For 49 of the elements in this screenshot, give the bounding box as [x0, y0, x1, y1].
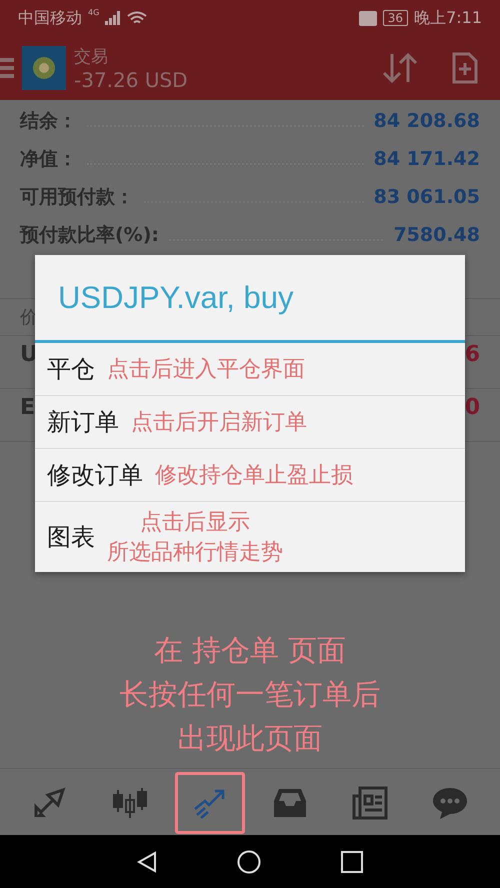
menu-item[interactable]: 平仓 点击后进入平仓界面 — [35, 343, 465, 396]
clock-time: 晚上7:11 — [414, 8, 482, 28]
account-value: 7580.48 — [393, 224, 480, 246]
recents-icon[interactable] — [341, 850, 363, 872]
new-document-icon[interactable] — [452, 52, 478, 84]
account-label: 可用预付款： — [20, 185, 134, 210]
chat-bubble-icon[interactable] — [432, 786, 468, 820]
profit-amount: -37.26 USD — [74, 68, 188, 92]
menu-item[interactable]: 修改订单 修改持仓单止盈止损 — [35, 449, 465, 502]
network-type: 4G — [88, 8, 100, 17]
battery-level: 36 — [382, 10, 408, 26]
account-label: 结余： — [20, 109, 77, 134]
signal-icon — [105, 11, 122, 25]
annotation-text: 点击后进入平仓界面 — [107, 356, 305, 384]
position-profit: 0 — [464, 395, 480, 422]
trend-arrow-icon[interactable] — [193, 787, 227, 819]
account-value: 84 208.68 — [374, 110, 480, 132]
hd-icon — [358, 10, 377, 26]
screen-title: 交易 — [74, 46, 109, 68]
home-icon[interactable] — [237, 850, 261, 874]
dialog-title: USDJPY.var, buy — [35, 255, 465, 343]
carrier-name: 中国移动 — [18, 8, 82, 28]
menu-item[interactable]: 新订单 点击后开启新订单 — [35, 396, 465, 449]
annotation-text: 点击后开启新订单 — [131, 409, 307, 437]
account-label: 预付款比率(%): — [20, 223, 160, 248]
menu-item-label[interactable]: 平仓 — [47, 353, 95, 385]
account-label: 净值： — [20, 147, 77, 172]
instruction-text: 出现此页面 — [178, 720, 322, 757]
candlestick-icon[interactable] — [112, 786, 148, 820]
sort-arrows-icon[interactable] — [382, 52, 418, 84]
menu-icon[interactable] — [0, 57, 14, 79]
annotation-text: 修改持仓单止盈止损 — [155, 462, 353, 490]
menu-item-label[interactable]: 新订单 — [47, 406, 119, 438]
position-symbol: E — [20, 395, 36, 422]
double-arrow-icon[interactable] — [33, 787, 67, 819]
menu-item-label[interactable]: 修改订单 — [47, 459, 143, 491]
wifi-icon — [127, 10, 148, 26]
instruction-text: 在 持仓单 页面 — [154, 632, 346, 669]
newspaper-icon[interactable] — [352, 786, 388, 820]
annotation-text: 所选品种行情走势 — [107, 539, 283, 567]
position-profit: 6 — [464, 342, 480, 369]
annotation-text: 点击后显示 — [140, 509, 250, 537]
back-icon[interactable] — [137, 850, 157, 872]
menu-item-label[interactable]: 图表 — [47, 521, 95, 553]
inbox-tray-icon[interactable] — [273, 787, 307, 819]
account-value: 83 061.05 — [374, 186, 480, 208]
app-logo-icon — [22, 46, 66, 90]
instruction-text: 长按任何一笔订单后 — [120, 676, 380, 713]
account-value: 84 171.42 — [374, 148, 480, 170]
